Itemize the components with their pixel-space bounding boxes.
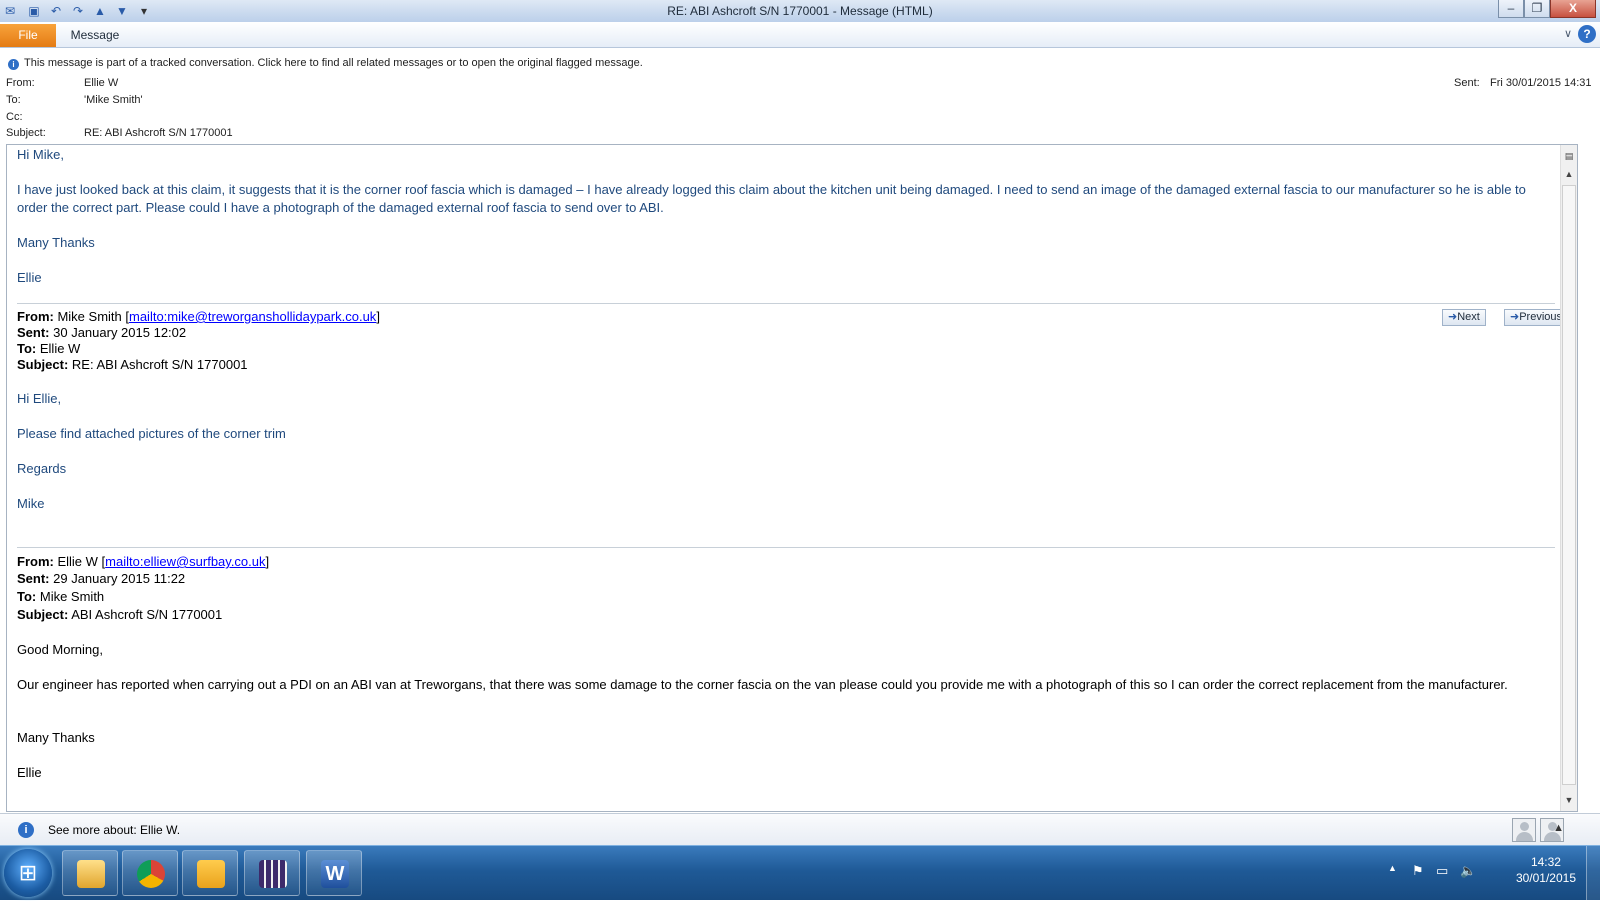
next-label: Next xyxy=(1457,311,1480,323)
next-arrow-icon: ➜ xyxy=(1448,311,1458,323)
show-hidden-icons-icon[interactable]: ▲ xyxy=(1388,863,1397,873)
taskbar: ⊞ W ▲ ⚑ ▭ 🔈 14:32 30/01/2015 xyxy=(0,845,1600,901)
action-center-flag-icon[interactable]: ⚑ xyxy=(1412,863,1424,879)
start-button[interactable]: ⊞ xyxy=(4,849,52,897)
reply2-greeting: Good Morning, xyxy=(17,642,103,657)
calendar-app-icon[interactable] xyxy=(244,850,300,896)
ribbon: File Message ∨ ? xyxy=(0,22,1600,48)
reply1-subject-label: Subject: xyxy=(17,357,69,372)
window-title: RE: ABI Ashcroft S/N 1770001 - Message (… xyxy=(667,4,933,18)
cc-label: Cc: xyxy=(6,111,23,123)
google-chrome-icon[interactable] xyxy=(122,850,178,896)
scroll-down-icon[interactable]: ▼ xyxy=(1562,793,1576,807)
reply2-sent: Sent: 29 January 2015 11:22 xyxy=(17,570,1537,588)
previous-label: Previous xyxy=(1519,311,1563,323)
reply1-mailto-link[interactable]: mailto:mike@treworganshollidaypark.co.uk xyxy=(129,309,376,324)
reply2-from: From: Ellie W [mailto:elliew@surfbay.co.… xyxy=(17,554,270,569)
expand-people-pane-icon[interactable]: ▲ xyxy=(1553,822,1564,834)
reply1-from-label: From: xyxy=(17,309,54,324)
help-icon[interactable]: ? xyxy=(1578,25,1596,43)
info-bar-text: This message is part of a tracked conver… xyxy=(24,57,643,69)
reply1-text: Please find attached pictures of the cor… xyxy=(17,426,286,441)
reply1-greeting: Hi Ellie, xyxy=(17,391,62,406)
greeting: Hi Mike, xyxy=(17,147,64,162)
reply2-signature: Ellie xyxy=(17,765,42,780)
scroll-thumb[interactable] xyxy=(1562,185,1576,785)
clock-time: 14:32 xyxy=(1530,855,1561,869)
reply1-from-name: Mike Smith xyxy=(57,309,122,324)
message-header: i This message is part of a tracked conve… xyxy=(0,49,1600,143)
reply2-mailto-link[interactable]: mailto:elliew@surfbay.co.uk xyxy=(105,554,265,569)
sent-label: Sent: xyxy=(1454,77,1480,89)
signature: Ellie xyxy=(17,270,42,285)
subject-value: RE: ABI Ashcroft S/N 1770001 xyxy=(84,127,233,139)
to-label: To: xyxy=(6,94,21,106)
from-label: From: xyxy=(6,77,35,89)
scroll-up-icon[interactable]: ▲ xyxy=(1562,167,1576,181)
title-bar: ✉ ▣ ↶ ↷ ▲ ▼ ▾ RE: ABI Ashcroft S/N 17700… xyxy=(0,0,1600,22)
reply2-from-label: From: xyxy=(17,554,54,569)
divider xyxy=(17,547,1555,548)
from-value[interactable]: Ellie W xyxy=(84,77,118,89)
show-desktop-button[interactable] xyxy=(1586,846,1600,901)
subject-label: Subject: xyxy=(6,127,46,139)
tab-file[interactable]: File xyxy=(0,24,56,47)
volume-icon[interactable]: 🔈 xyxy=(1460,863,1476,879)
avatar[interactable] xyxy=(1512,818,1536,842)
ribbon-collapse-icon[interactable]: ∨ xyxy=(1564,27,1572,40)
vertical-scrollbar[interactable]: ▤ ▲ ▼ xyxy=(1560,145,1577,811)
microsoft-outlook-icon[interactable] xyxy=(182,850,238,896)
reply2-to: To: Mike Smith xyxy=(17,588,1537,606)
reply2-subject: Subject: ABI Ashcroft S/N 1770001 xyxy=(17,606,1537,624)
reply2-sent-value: 29 January 2015 11:22 xyxy=(53,571,186,586)
sent-value: Fri 30/01/2015 14:31 xyxy=(1490,77,1592,89)
reply1-subject: Subject: RE: ABI Ashcroft S/N 1770001 xyxy=(17,356,1537,374)
reply1-to-value: Ellie W xyxy=(39,341,81,356)
reply1-sent-label: Sent: xyxy=(17,325,50,340)
previous-arrow-icon: ➜ xyxy=(1510,311,1520,323)
reply2-thanks: Many Thanks xyxy=(17,730,95,745)
reply2-to-label: To: xyxy=(17,589,37,604)
restore-button[interactable]: ❐ xyxy=(1524,0,1550,18)
divider xyxy=(17,303,1555,304)
close-button[interactable]: X xyxy=(1550,0,1596,18)
clock-date: 30/01/2015 xyxy=(1515,871,1576,885)
reply2-sent-label: Sent: xyxy=(17,571,50,586)
info-icon: i xyxy=(18,822,34,838)
tab-message[interactable]: Message xyxy=(62,24,128,47)
see-more-about[interactable]: See more about: Ellie W. xyxy=(48,823,180,837)
message-body[interactable]: Hi Mike, I have just looked back at this… xyxy=(6,144,1578,812)
reply2-to-value: Mike Smith xyxy=(39,589,105,604)
reply1-to-label: To: xyxy=(17,341,37,356)
reply1-regards: Regards xyxy=(17,461,67,476)
reply1-subject-value: RE: ABI Ashcroft S/N 1770001 xyxy=(71,357,248,372)
reply1-signature: Mike xyxy=(17,496,45,511)
minimize-button[interactable]: – xyxy=(1498,0,1524,18)
split-icon[interactable]: ▤ xyxy=(1562,149,1576,163)
windows-logo-icon: ⊞ xyxy=(18,860,38,885)
reply1-sent-value: 30 January 2015 12:02 xyxy=(53,325,187,340)
windows-explorer-icon[interactable] xyxy=(62,850,118,896)
network-icon[interactable]: ▭ xyxy=(1436,863,1448,879)
info-bar[interactable]: i This message is part of a tracked conve… xyxy=(8,57,643,70)
clock[interactable]: 14:32 30/01/2015 xyxy=(1516,854,1576,886)
thanks-line: Many Thanks xyxy=(17,235,95,250)
reply2-from-name: Ellie W xyxy=(57,554,98,569)
to-value[interactable]: 'Mike Smith' xyxy=(84,94,143,106)
next-button[interactable]: ➜Next xyxy=(1442,309,1486,326)
reply2-text: Our engineer has reported when carrying … xyxy=(17,677,1508,692)
previous-button[interactable]: ➜Previous xyxy=(1504,309,1569,326)
message-text: I have just looked back at this claim, i… xyxy=(17,182,1526,215)
reply2-subject-value: ABI Ashcroft S/N 1770001 xyxy=(71,607,223,622)
info-icon: i xyxy=(8,59,19,70)
microsoft-word-icon[interactable]: W xyxy=(306,850,362,896)
system-tray: ▲ ⚑ ▭ 🔈 14:32 30/01/2015 xyxy=(1360,846,1600,901)
people-pane: i See more about: Ellie W. ▲ xyxy=(0,813,1600,845)
reply2-subject-label: Subject: xyxy=(17,607,69,622)
